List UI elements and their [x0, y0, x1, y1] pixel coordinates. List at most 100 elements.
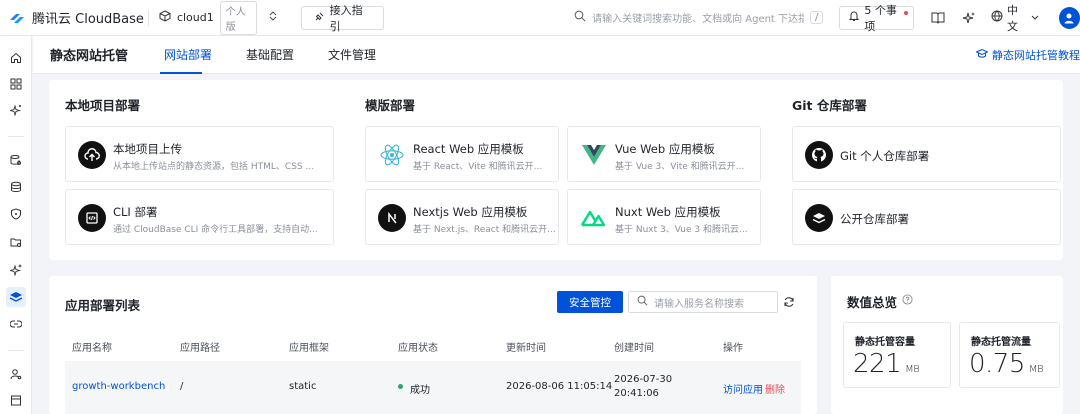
tab-file-management[interactable]: 文件管理: [328, 36, 376, 74]
nextjs-template-card[interactable]: Nextjs Web 应用模板 基于 Next.js、React 和腾讯云开..…: [365, 189, 559, 245]
app-name-link[interactable]: growth-workbench: [72, 381, 165, 392]
folder-link-icon[interactable]: [6, 232, 26, 252]
brand-logo[interactable]: 腾讯云 CloudBase: [0, 8, 144, 27]
top-bar: 腾讯云 CloudBase cloud1 个人版 接入指引 请输入关键词搜索功能…: [0, 0, 1080, 36]
cloud-upload-icon: [78, 141, 106, 169]
app-status: 成功: [410, 385, 430, 396]
cloudbase-logo-icon: [8, 11, 26, 25]
service-search-input[interactable]: 请输入服务名称搜索: [628, 291, 778, 313]
card-desc: 通过 CloudBase CLI 命令行工具部署，支持自动...: [113, 225, 318, 235]
global-search-input[interactable]: 请输入关键词搜索功能、文档或向 Agent 下达指令: [574, 6, 804, 30]
card-desc: 基于 React、Vite 和腾讯云开...: [413, 162, 543, 172]
card-title: Git 个人仓库部署: [840, 149, 930, 163]
dashboard-grid-icon[interactable]: [6, 74, 26, 94]
delete-app-link[interactable]: 删除: [765, 381, 785, 396]
env-selector[interactable]: cloud1 个人版: [159, 0, 277, 35]
vue-template-card[interactable]: Vue Web 应用模板 基于 Vue 3、Vite 和腾讯云开...: [567, 126, 761, 182]
storage-stat-card: 静态托管容量 221 MB: [843, 322, 951, 388]
env-plan-badge: 个人版: [219, 0, 257, 35]
public-repo-card[interactable]: 公开仓库部署: [792, 189, 1061, 245]
cube-icon: [159, 10, 171, 25]
cli-deploy-card[interactable]: CLI 部署 通过 CloudBase CLI 命令行工具部署，支持自动...: [65, 189, 334, 245]
link-icon[interactable]: [6, 314, 26, 334]
nuxt-icon: [580, 204, 608, 232]
plug-icon: [314, 11, 325, 25]
ai-sparkle-icon[interactable]: [6, 100, 26, 120]
search-icon: [574, 10, 586, 25]
help-circle-icon[interactable]: [902, 294, 913, 308]
user-avatar[interactable]: [1058, 6, 1080, 29]
card-title: Nuxt Web 应用模板: [615, 205, 721, 219]
stats-title: 数值总览: [847, 295, 898, 310]
github-icon: [805, 141, 833, 169]
billing-icon[interactable]: [6, 390, 26, 410]
nextjs-icon: [378, 204, 406, 232]
code-file-icon: [78, 204, 106, 232]
git-deploy-title: Git 仓库部署: [792, 98, 867, 113]
security-control-button[interactable]: 安全管控: [557, 291, 623, 313]
col-updated: 更新时间: [506, 343, 546, 354]
card-desc: 基于 Next.js、React 和腾讯云开...: [413, 225, 556, 235]
stat-label: 静态托管流量: [971, 337, 1031, 348]
shield-icon[interactable]: [6, 204, 26, 224]
home-icon[interactable]: [6, 48, 26, 68]
template-deploy-title: 模版部署: [365, 98, 416, 113]
database-search-icon[interactable]: [6, 150, 26, 170]
guide-button[interactable]: 接入指引: [300, 4, 385, 33]
search-icon: [637, 295, 648, 309]
col-actions: 操作: [723, 343, 743, 354]
nav-divider: [8, 136, 24, 137]
card-title: Vue Web 应用模板: [615, 142, 715, 156]
sparkle-icon[interactable]: [962, 10, 977, 26]
notifications-label: 5 个事项: [864, 3, 897, 33]
stat-value: 221: [853, 349, 902, 379]
magic-icon[interactable]: [6, 260, 26, 280]
left-nav: [0, 36, 32, 414]
search-placeholder: 请输入服务名称搜索: [654, 298, 744, 310]
app-created-time: 20:41:06: [614, 388, 659, 399]
local-deploy-title: 本地项目部署: [65, 98, 141, 113]
tutorial-link[interactable]: 静态网站托管教程: [975, 47, 1080, 63]
refresh-icon[interactable]: [783, 296, 795, 311]
unread-dot: [904, 10, 909, 15]
card-title: Nextjs Web 应用模板: [413, 205, 528, 219]
stat-label: 静态托管容量: [855, 337, 915, 348]
nuxt-template-card[interactable]: Nuxt Web 应用模板 基于 Nuxt 3、Vue 3 和腾讯云...: [567, 189, 761, 245]
app-path: /: [180, 381, 184, 392]
react-template-card[interactable]: React Web 应用模板 基于 React、Vite 和腾讯云开...: [365, 126, 559, 182]
table-row: [65, 361, 801, 414]
app-updated-time: 2026-08-06 11:05:14: [506, 381, 613, 392]
visit-app-link[interactable]: 访问应用: [723, 381, 763, 396]
static-hosting-icon[interactable]: [6, 287, 26, 307]
search-shortcut-key: /: [810, 11, 824, 24]
tab-site-deploy[interactable]: 网站部署: [164, 36, 212, 74]
stat-value-group: 0.75 MB: [969, 349, 1044, 379]
graduation-cap-icon: [975, 48, 989, 62]
chevron-updown-icon: [269, 11, 277, 24]
col-status: 应用状态: [398, 343, 438, 354]
git-personal-repo-card[interactable]: Git 个人仓库部署: [792, 126, 1061, 182]
card-title: React Web 应用模板: [413, 142, 524, 156]
user-settings-icon[interactable]: [6, 364, 26, 384]
brand-name: 腾讯云 CloudBase: [32, 12, 144, 27]
col-app-path: 应用路径: [180, 343, 220, 354]
stat-value: 0.75: [969, 349, 1025, 379]
database-icon[interactable]: [6, 177, 26, 197]
stat-unit: MB: [1028, 364, 1044, 375]
card-title: CLI 部署: [113, 205, 158, 219]
col-app-name: 应用名称: [72, 343, 112, 354]
env-name: cloud1: [176, 11, 214, 24]
guide-button-label: 接入指引: [329, 3, 363, 33]
card-title: 本地项目上传: [113, 142, 182, 156]
notifications-button[interactable]: 5 个事项: [839, 4, 915, 33]
book-icon[interactable]: [930, 10, 945, 26]
active-tab-indicator: [160, 72, 202, 74]
local-upload-card[interactable]: 本地项目上传 从本地上传站点的静态资源，包括 HTML、CSS ...: [65, 126, 334, 182]
tab-basic-config[interactable]: 基础配置: [246, 36, 294, 74]
apps-list-title: 应用部署列表: [65, 298, 141, 313]
language-selector[interactable]: 中文: [991, 2, 1039, 34]
card-desc: 基于 Vue 3、Vite 和腾讯云开...: [615, 162, 745, 172]
card-title: 公开仓库部署: [840, 212, 909, 226]
vue-icon: [580, 141, 608, 169]
globe-icon: [991, 10, 1003, 25]
